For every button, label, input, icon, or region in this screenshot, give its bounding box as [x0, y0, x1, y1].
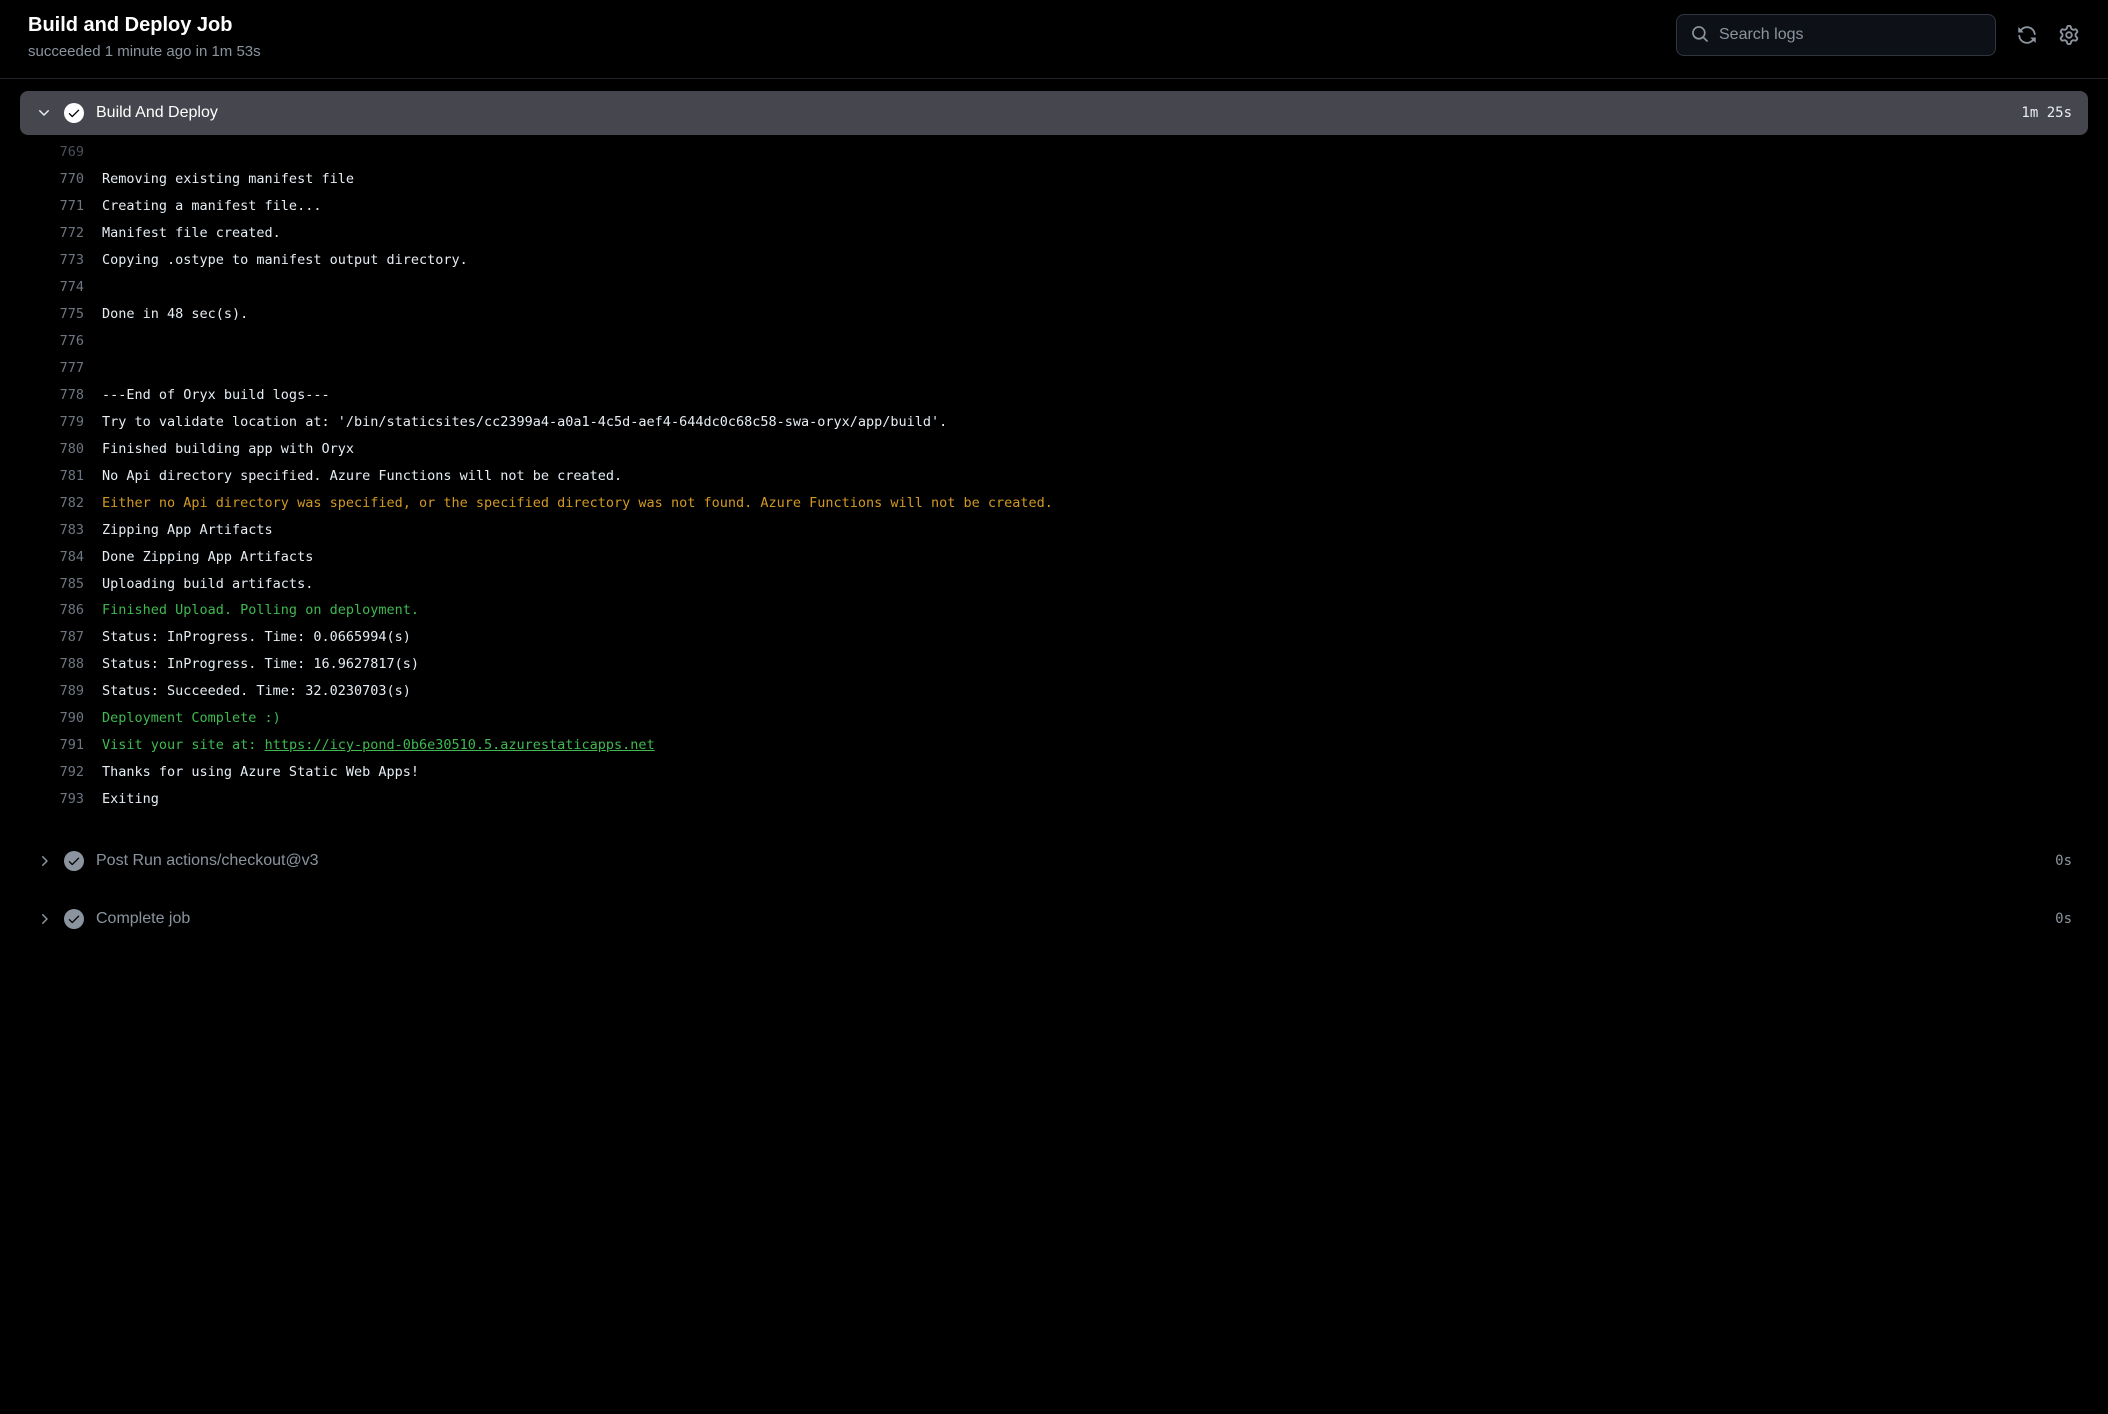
line-text: Zipping App Artifacts	[102, 518, 273, 543]
log-line: 782Either no Api directory was specified…	[20, 490, 2088, 517]
settings-button[interactable]	[2058, 24, 2080, 46]
line-number: 770	[50, 167, 102, 192]
line-text: Status: InProgress. Time: 0.0665994(s)	[102, 625, 411, 650]
line-text: Deployment Complete :)	[102, 706, 281, 731]
log-lines: 769770Removing existing manifest file771…	[20, 135, 2088, 825]
line-text: Exiting	[102, 787, 159, 812]
log-line: 779Try to validate location at: '/bin/st…	[20, 409, 2088, 436]
log-line: 783Zipping App Artifacts	[20, 517, 2088, 544]
line-number: 777	[50, 356, 102, 381]
line-number: 778	[50, 383, 102, 408]
line-text: Uploading build artifacts.	[102, 572, 313, 597]
line-text: Visit your site at: https://icy-pond-0b6…	[102, 733, 655, 758]
log-line: 771Creating a manifest file...	[20, 193, 2088, 220]
step-title: Post Run actions/checkout@v3	[96, 852, 2043, 870]
line-text: ---End of Oryx build logs---	[102, 383, 330, 408]
line-number: 775	[50, 302, 102, 327]
line-text: Finished building app with Oryx	[102, 437, 354, 462]
log-line: 781No Api directory specified. Azure Fun…	[20, 463, 2088, 490]
step-header[interactable]: Post Run actions/checkout@v3 0s	[20, 839, 2088, 883]
line-text: Copying .ostype to manifest output direc…	[102, 248, 468, 273]
log-line: 772Manifest file created.	[20, 220, 2088, 247]
search-input[interactable]	[1719, 26, 1981, 44]
line-number: 785	[50, 572, 102, 597]
log-line: 770Removing existing manifest file	[20, 166, 2088, 193]
line-text: Creating a manifest file...	[102, 194, 321, 219]
search-icon	[1691, 25, 1719, 46]
log-line: 793Exiting	[20, 786, 2088, 813]
log-line: 777	[20, 355, 2088, 382]
check-circle-icon	[64, 909, 84, 929]
line-text: Either no Api directory was specified, o…	[102, 491, 1053, 516]
log-line: 787Status: InProgress. Time: 0.0665994(s…	[20, 624, 2088, 651]
step-duration: 1m 25s	[2021, 105, 2072, 121]
line-number: 781	[50, 464, 102, 489]
line-number: 771	[50, 194, 102, 219]
log-line: 778---End of Oryx build logs---	[20, 382, 2088, 409]
line-number: 779	[50, 410, 102, 435]
log-content: Build And Deploy 1m 25s 769770Removing exi…	[0, 79, 2108, 953]
line-number: 787	[50, 625, 102, 650]
line-number: 774	[50, 275, 102, 300]
step-title: Complete job	[96, 910, 2043, 928]
line-text: Try to validate location at: '/bin/stati…	[102, 410, 947, 435]
search-logs-box[interactable]	[1676, 14, 1996, 56]
step-title: Build And Deploy	[96, 104, 2009, 122]
log-line: 776	[20, 328, 2088, 355]
line-text: Manifest file created.	[102, 221, 281, 246]
chevron-down-icon	[36, 105, 52, 121]
header-actions	[1676, 14, 2080, 56]
refresh-button[interactable]	[2016, 24, 2038, 46]
page-title: Build and Deploy Job	[28, 14, 261, 37]
log-line: 791Visit your site at: https://icy-pond-…	[20, 732, 2088, 759]
line-number: 789	[50, 679, 102, 704]
line-number: 773	[50, 248, 102, 273]
line-text: Thanks for using Azure Static Web Apps!	[102, 760, 419, 785]
page-subtitle: succeeded 1 minute ago in 1m 53s	[28, 43, 261, 60]
header-title-block: Build and Deploy Job succeeded 1 minute …	[28, 14, 261, 60]
line-number: 792	[50, 760, 102, 785]
step-header[interactable]: Build And Deploy 1m 25s	[20, 91, 2088, 135]
line-text: No Api directory specified. Azure Functi…	[102, 464, 622, 489]
step-duration: 0s	[2055, 853, 2072, 869]
line-number: 772	[50, 221, 102, 246]
line-text: Done in 48 sec(s).	[102, 302, 248, 327]
line-text: Finished Upload. Polling on deployment.	[102, 598, 419, 623]
line-number: 791	[50, 733, 102, 758]
log-line: 769	[20, 139, 2088, 166]
line-text: Removing existing manifest file	[102, 167, 354, 192]
line-number: 776	[50, 329, 102, 354]
step-header[interactable]: Complete job 0s	[20, 897, 2088, 941]
log-line: 780Finished building app with Oryx	[20, 436, 2088, 463]
line-number: 788	[50, 652, 102, 677]
line-text: Done Zipping App Artifacts	[102, 545, 313, 570]
log-line: 773Copying .ostype to manifest output di…	[20, 247, 2088, 274]
log-line: 790Deployment Complete :)	[20, 705, 2088, 732]
chevron-right-icon	[36, 853, 52, 869]
line-number: 783	[50, 518, 102, 543]
step-duration: 0s	[2055, 911, 2072, 927]
line-number: 782	[50, 491, 102, 516]
log-line: 774	[20, 274, 2088, 301]
log-line: 789Status: Succeeded. Time: 32.0230703(s…	[20, 678, 2088, 705]
page-header: Build and Deploy Job succeeded 1 minute …	[0, 0, 2108, 79]
line-text: Status: Succeeded. Time: 32.0230703(s)	[102, 679, 411, 704]
chevron-right-icon	[36, 911, 52, 927]
deployment-url-link[interactable]: https://icy-pond-0b6e30510.5.azurestatic…	[265, 737, 655, 753]
log-line: 786Finished Upload. Polling on deploymen…	[20, 597, 2088, 624]
line-number: 786	[50, 598, 102, 623]
check-circle-icon	[64, 103, 84, 123]
log-line: 788Status: InProgress. Time: 16.9627817(…	[20, 651, 2088, 678]
line-text: Status: InProgress. Time: 16.9627817(s)	[102, 652, 419, 677]
log-line: 775Done in 48 sec(s).	[20, 301, 2088, 328]
line-number: 793	[50, 787, 102, 812]
log-line: 785Uploading build artifacts.	[20, 571, 2088, 598]
log-line: 784Done Zipping App Artifacts	[20, 544, 2088, 571]
line-number: 769	[50, 140, 102, 165]
log-line: 792Thanks for using Azure Static Web App…	[20, 759, 2088, 786]
line-number: 784	[50, 545, 102, 570]
check-circle-icon	[64, 851, 84, 871]
line-number: 780	[50, 437, 102, 462]
line-number: 790	[50, 706, 102, 731]
